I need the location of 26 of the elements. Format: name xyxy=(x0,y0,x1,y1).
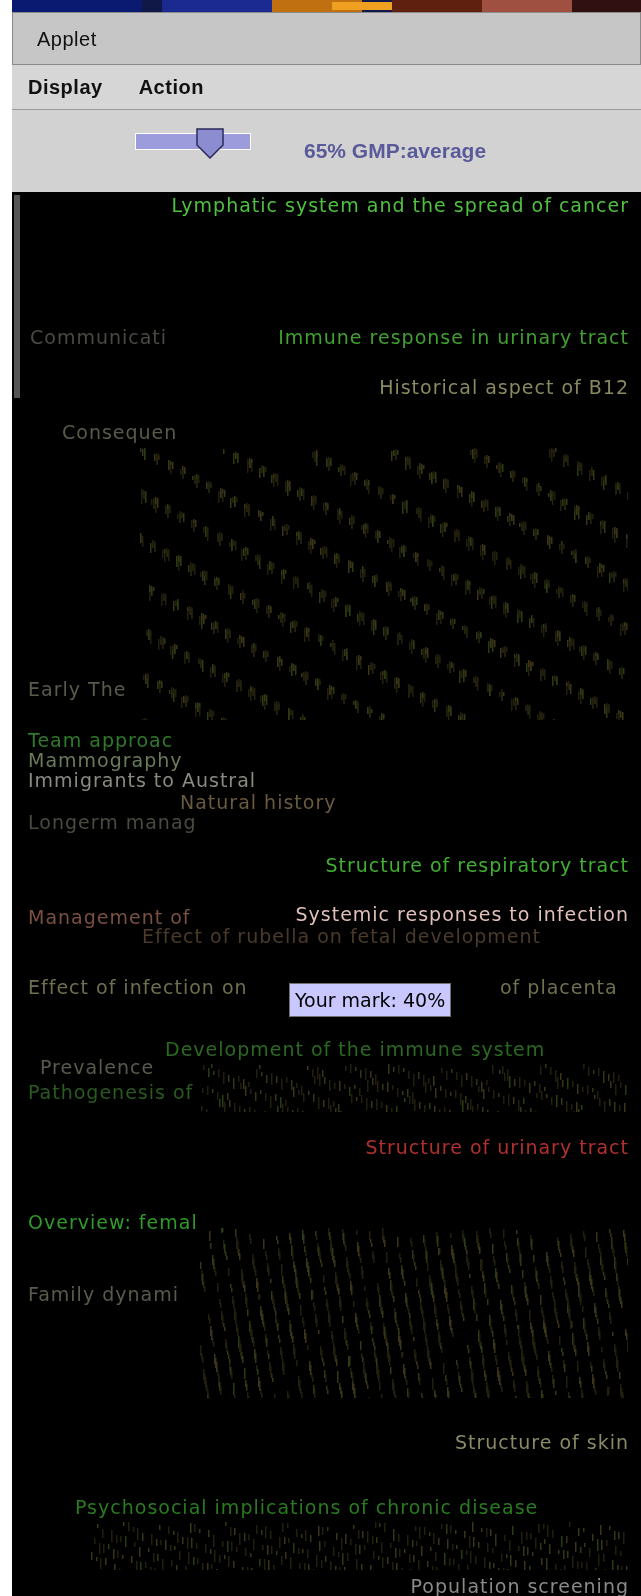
slider-thumb[interactable] xyxy=(195,127,226,159)
topic-label[interactable]: Systemic responses to infection xyxy=(295,902,629,926)
topic-label[interactable]: Pathogenesis of xyxy=(28,1080,194,1104)
topic-label[interactable]: Historical aspect of B12 xyxy=(379,375,629,399)
topic-label[interactable]: of placenta xyxy=(500,975,618,999)
scrollbar-thumb[interactable] xyxy=(14,195,20,398)
topic-label[interactable]: Early The xyxy=(28,677,127,701)
topic-label[interactable]: Development of the immune system xyxy=(165,1037,546,1061)
topic-label[interactable]: Immune response in urinary tract xyxy=(278,325,629,349)
window-title: Applet xyxy=(37,26,97,52)
slider-reading: 65% GMP:average xyxy=(304,138,487,165)
topic-label[interactable]: Psychosocial implications of chronic disease xyxy=(75,1495,539,1519)
topic-label[interactable]: Structure of urinary tract xyxy=(365,1135,629,1159)
topic-label[interactable]: Structure of skin xyxy=(455,1430,629,1454)
topic-label[interactable]: Prevalence xyxy=(40,1055,155,1079)
menu-item[interactable]: Action xyxy=(138,72,204,102)
tooltip-label: Your mark: 40% xyxy=(290,984,451,1016)
topic-label[interactable]: Lymphatic system and the spread of cancer xyxy=(171,193,629,217)
menu-item[interactable]: Display xyxy=(28,72,103,102)
topic-label[interactable]: Team approac xyxy=(28,728,174,752)
topic-label[interactable]: Communicati xyxy=(30,325,168,349)
topic-label[interactable]: Effect of infection on xyxy=(28,975,248,999)
topic-label[interactable]: Structure of respiratory tract xyxy=(325,853,629,877)
topic-label[interactable]: Consequen xyxy=(62,420,178,444)
topic-label[interactable]: Family dynami xyxy=(28,1282,179,1306)
topic-label[interactable]: Overview: femal xyxy=(28,1210,198,1234)
